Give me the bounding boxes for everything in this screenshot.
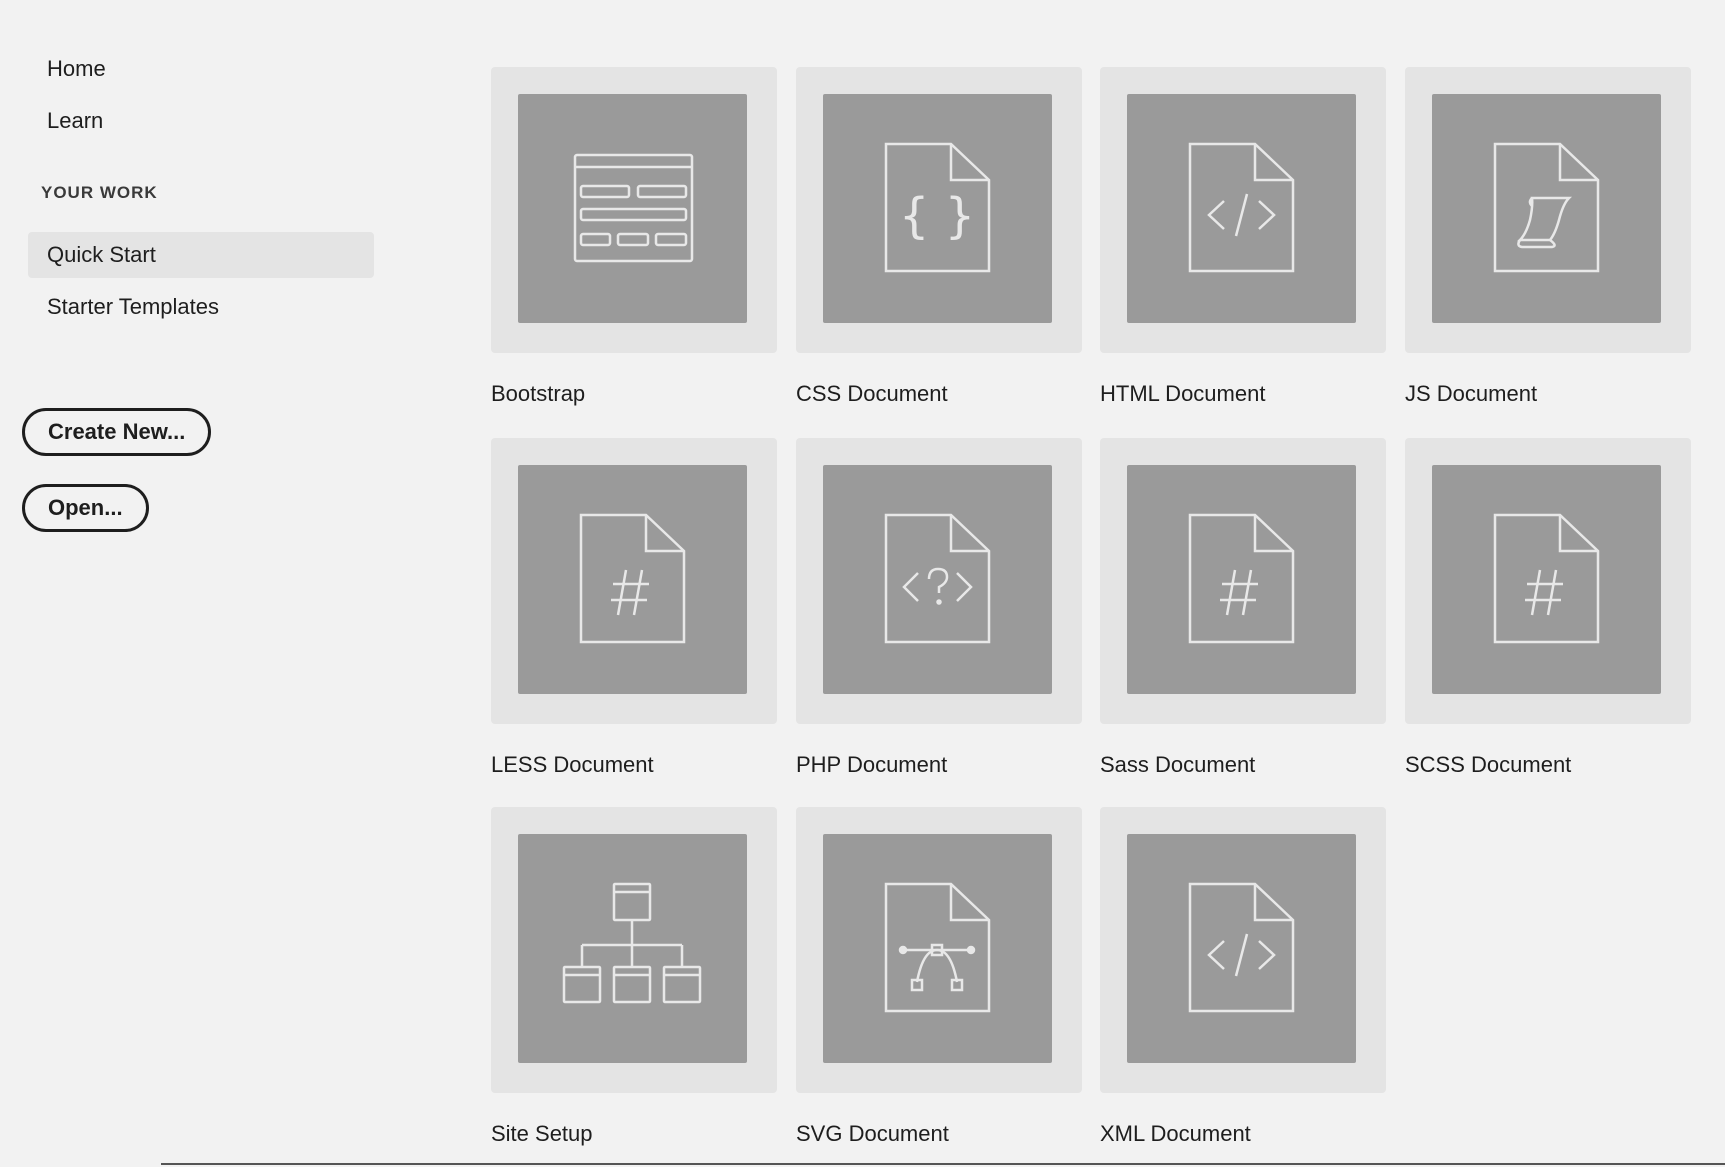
tile-frame <box>491 67 777 353</box>
xml-file-icon <box>1188 882 1295 1013</box>
nav-item-starter-templates[interactable]: Starter Templates <box>28 284 374 330</box>
start-screen: Home Learn YOUR WORK Quick Start Starter… <box>0 0 1725 1167</box>
svg-text:{ }: { } <box>899 188 975 244</box>
tile-label: CSS Document <box>796 381 948 406</box>
create-new-button[interactable]: Create New... <box>22 408 212 456</box>
tile-thumbnail <box>1432 94 1661 323</box>
site-setup-icon <box>562 882 702 1004</box>
tile-sass-document[interactable]: Sass Document <box>1100 438 1386 777</box>
tile-scss-document[interactable]: SCSS Document <box>1405 438 1691 777</box>
js-file-icon <box>1493 142 1600 273</box>
nav-item-home[interactable]: Home <box>28 46 374 92</box>
tile-label: Sass Document <box>1100 752 1256 777</box>
tile-js-document[interactable]: JS Document <box>1405 67 1691 406</box>
tile-less-document[interactable]: LESS Document <box>491 438 777 777</box>
open-button[interactable]: Open... <box>22 484 149 532</box>
bootstrap-layout-icon <box>573 153 694 263</box>
tile-frame <box>1405 438 1691 724</box>
tile-frame <box>1100 438 1386 724</box>
tile-frame <box>491 807 777 1093</box>
tile-frame <box>1100 67 1386 353</box>
less-file-icon <box>579 513 686 644</box>
tile-frame <box>796 438 1082 724</box>
tile-label: SVG Document <box>796 1121 949 1146</box>
tile-xml-document[interactable]: XML Document <box>1100 807 1386 1146</box>
sass-file-icon <box>1188 513 1295 644</box>
tile-label: XML Document <box>1100 1121 1251 1146</box>
svg-file-icon <box>884 882 991 1013</box>
tile-label: Site Setup <box>491 1121 593 1146</box>
tile-frame <box>1100 807 1386 1093</box>
tile-site-setup[interactable]: Site Setup <box>491 807 777 1146</box>
tile-thumbnail: { } <box>823 94 1052 323</box>
tile-thumbnail <box>518 465 747 694</box>
nav-item-quick-start[interactable]: Quick Start <box>28 232 374 278</box>
tile-thumbnail <box>1127 94 1356 323</box>
tile-label: Bootstrap <box>491 381 586 406</box>
tile-frame <box>1405 67 1691 353</box>
section-heading-your-work: YOUR WORK <box>41 183 158 202</box>
nav-item-learn[interactable]: Learn <box>28 98 374 144</box>
bottom-divider <box>161 1163 1725 1165</box>
tile-bootstrap[interactable]: Bootstrap <box>491 67 777 406</box>
css-file-icon: { } <box>884 142 991 273</box>
scss-file-icon <box>1493 513 1600 644</box>
tile-html-document[interactable]: HTML Document <box>1100 67 1386 406</box>
tile-thumbnail <box>518 834 747 1063</box>
tile-thumbnail <box>823 834 1052 1063</box>
tile-thumbnail <box>1432 465 1661 694</box>
tile-svg-document[interactable]: SVG Document <box>796 807 1082 1146</box>
tile-frame: { } <box>796 67 1082 353</box>
tile-label: HTML Document <box>1100 381 1266 406</box>
tile-frame <box>491 438 777 724</box>
tile-css-document[interactable]: { } CSS Document <box>796 67 1082 406</box>
tile-label: JS Document <box>1405 381 1538 406</box>
tile-label: LESS Document <box>491 752 654 777</box>
tile-frame <box>796 807 1082 1093</box>
tile-thumbnail <box>1127 465 1356 694</box>
tile-thumbnail <box>1127 834 1356 1063</box>
php-file-icon <box>884 513 991 644</box>
tile-label: PHP Document <box>796 752 948 777</box>
tile-thumbnail <box>823 465 1052 694</box>
tile-thumbnail <box>518 94 747 323</box>
tile-label: SCSS Document <box>1405 752 1572 777</box>
tile-php-document[interactable]: PHP Document <box>796 438 1082 777</box>
sidebar: Home Learn YOUR WORK Quick Start Starter… <box>0 0 420 1167</box>
html-file-icon <box>1188 142 1295 273</box>
